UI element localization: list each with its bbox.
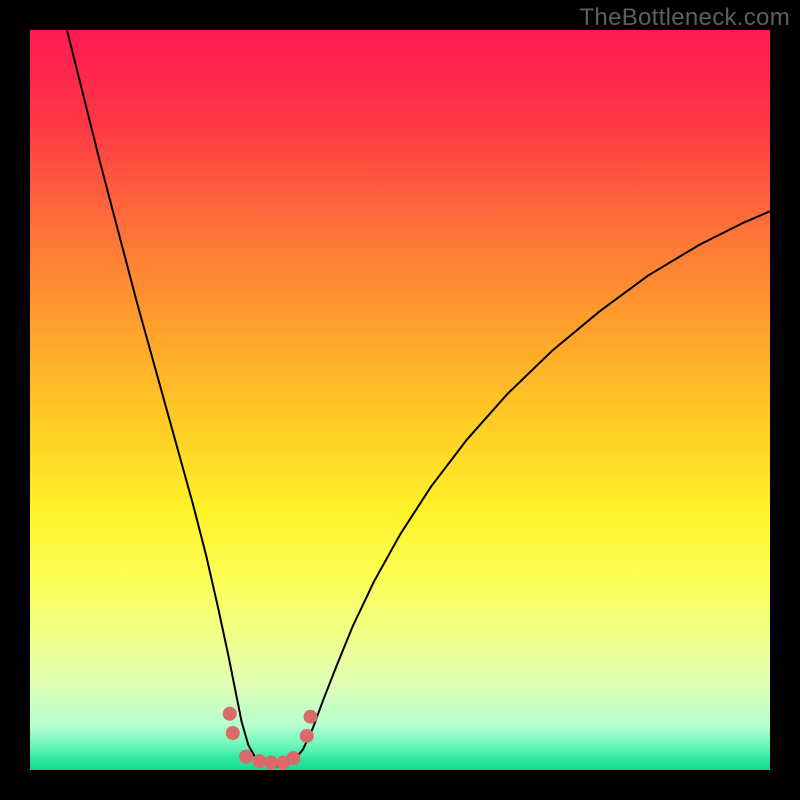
plot-area — [30, 30, 770, 770]
valley-marker — [286, 751, 300, 765]
gradient-background — [30, 30, 770, 770]
chart-canvas: TheBottleneck.com — [0, 0, 800, 800]
valley-marker — [300, 729, 314, 743]
watermark-label: TheBottleneck.com — [579, 4, 790, 32]
valley-marker — [303, 710, 317, 724]
valley-marker — [223, 707, 237, 721]
chart-svg — [30, 30, 770, 770]
valley-marker — [239, 750, 253, 764]
valley-marker — [252, 754, 266, 768]
valley-marker — [226, 726, 240, 740]
